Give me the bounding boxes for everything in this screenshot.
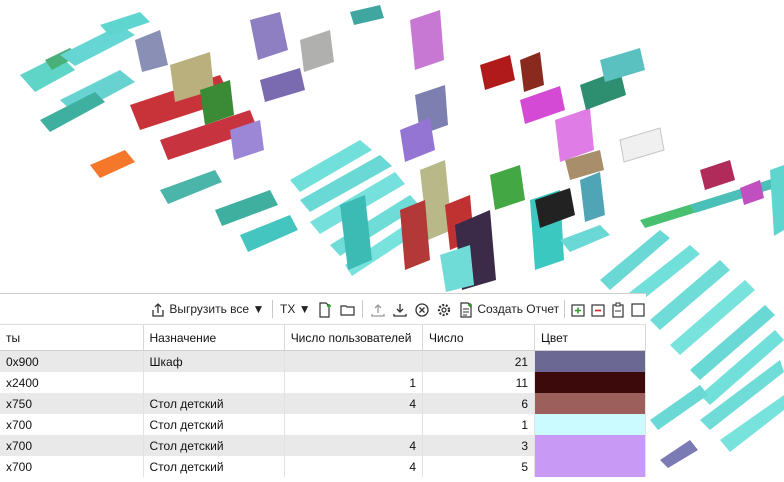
cell-users[interactable]: 1 — [284, 372, 424, 393]
cell-users[interactable] — [284, 350, 424, 372]
divider — [272, 300, 273, 318]
cell-users[interactable]: 4 — [284, 393, 424, 414]
new-file-icon — [319, 302, 331, 318]
divider — [564, 300, 565, 318]
column-header-size[interactable]: ты — [0, 325, 144, 351]
cell-users[interactable]: 4 — [284, 435, 424, 456]
more-button[interactable] — [630, 300, 646, 318]
cell-purpose[interactable] — [143, 372, 285, 393]
clipboard-button[interactable] — [610, 300, 626, 318]
new-file-button[interactable] — [317, 300, 333, 318]
export-icon — [152, 302, 164, 317]
cell-size[interactable]: x2400 — [0, 372, 144, 393]
remove-icon — [591, 304, 605, 317]
table-row[interactable]: x700 Стол детский 4 5 — [0, 456, 646, 477]
column-header-count[interactable]: Число — [422, 325, 536, 351]
cell-color-swatch[interactable] — [534, 414, 646, 435]
download-icon — [393, 303, 407, 317]
table-panel: Выгрузить все ▼ TX ▼ Создать Отчет ты На… — [0, 293, 646, 482]
cell-size[interactable]: x700 — [0, 435, 144, 456]
table-row[interactable]: x700 Стол детский 4 3 — [0, 435, 646, 456]
divider — [362, 300, 363, 318]
cell-users[interactable] — [284, 414, 424, 435]
column-header-purpose[interactable]: Назначение — [143, 325, 285, 351]
close-circle-icon — [415, 303, 429, 317]
upload-button[interactable] — [370, 300, 386, 318]
cell-size[interactable]: x700 — [0, 456, 144, 477]
cell-count[interactable]: 3 — [422, 435, 536, 456]
cell-count[interactable]: 1 — [422, 414, 536, 435]
clear-button[interactable] — [414, 300, 430, 318]
cell-purpose[interactable]: Стол детский — [143, 456, 285, 477]
column-header-color[interactable]: Цвет — [534, 325, 646, 351]
cell-count[interactable]: 11 — [422, 372, 536, 393]
chevron-down-icon: ▼ — [298, 302, 311, 316]
cell-size[interactable]: x700 — [0, 414, 144, 435]
furniture-table: ты Назначение Число пользователей Число … — [0, 325, 646, 477]
cell-purpose[interactable]: Шкаф — [143, 350, 285, 372]
cell-color-swatch[interactable] — [534, 393, 646, 414]
cell-count[interactable]: 5 — [422, 456, 536, 477]
cell-count[interactable]: 6 — [422, 393, 536, 414]
clipboard-icon — [612, 302, 624, 318]
cell-purpose[interactable]: Стол детский — [143, 393, 285, 414]
add-row-button[interactable] — [570, 300, 586, 318]
add-icon — [571, 304, 585, 317]
column-header-users[interactable]: Число пользователей — [284, 325, 424, 351]
report-icon — [460, 302, 472, 318]
table-row[interactable]: x2400 1 11 — [0, 372, 646, 393]
settings-button[interactable] — [436, 300, 452, 318]
cell-color-swatch[interactable] — [534, 456, 646, 477]
gear-icon — [437, 303, 451, 316]
upload-icon — [371, 303, 385, 317]
create-report-label: Создать Отчет — [477, 302, 560, 316]
create-report-button[interactable]: Создать Отчет — [458, 300, 559, 318]
remove-row-button[interactable] — [590, 300, 606, 318]
toolbar: Выгрузить все ▼ TX ▼ Создать Отчет — [0, 294, 646, 325]
tx-dropdown[interactable]: TX ▼ — [280, 300, 311, 318]
folder-icon — [340, 305, 355, 316]
cell-color-swatch[interactable] — [534, 372, 646, 393]
cell-color-swatch[interactable] — [534, 435, 646, 456]
tx-label: TX — [280, 302, 296, 316]
export-all-label: Выгрузить все — [169, 302, 250, 316]
open-folder-button[interactable] — [340, 300, 356, 318]
cell-size[interactable]: 0x900 — [0, 350, 144, 372]
frame-icon — [631, 303, 645, 317]
table-header-row: ты Назначение Число пользователей Число … — [0, 325, 646, 351]
download-button[interactable] — [392, 300, 408, 318]
table-row[interactable]: 0x900 Шкаф 21 — [0, 350, 646, 372]
cell-purpose[interactable]: Стол детский — [143, 414, 285, 435]
table-body: 0x900 Шкаф 21 x2400 1 11 x750 Стол детский 4 6 x70… — [0, 350, 646, 477]
cell-users[interactable]: 4 — [284, 456, 424, 477]
cell-purpose[interactable]: Стол детский — [143, 435, 285, 456]
cell-count[interactable]: 21 — [422, 350, 536, 372]
cell-size[interactable]: x750 — [0, 393, 144, 414]
table-row[interactable]: x750 Стол детский 4 6 — [0, 393, 646, 414]
chevron-down-icon: ▼ — [252, 302, 265, 316]
export-all-button[interactable]: Выгрузить все ▼ — [150, 300, 264, 318]
cell-color-swatch[interactable] — [534, 350, 646, 372]
table-row[interactable]: x700 Стол детский 1 — [0, 414, 646, 435]
